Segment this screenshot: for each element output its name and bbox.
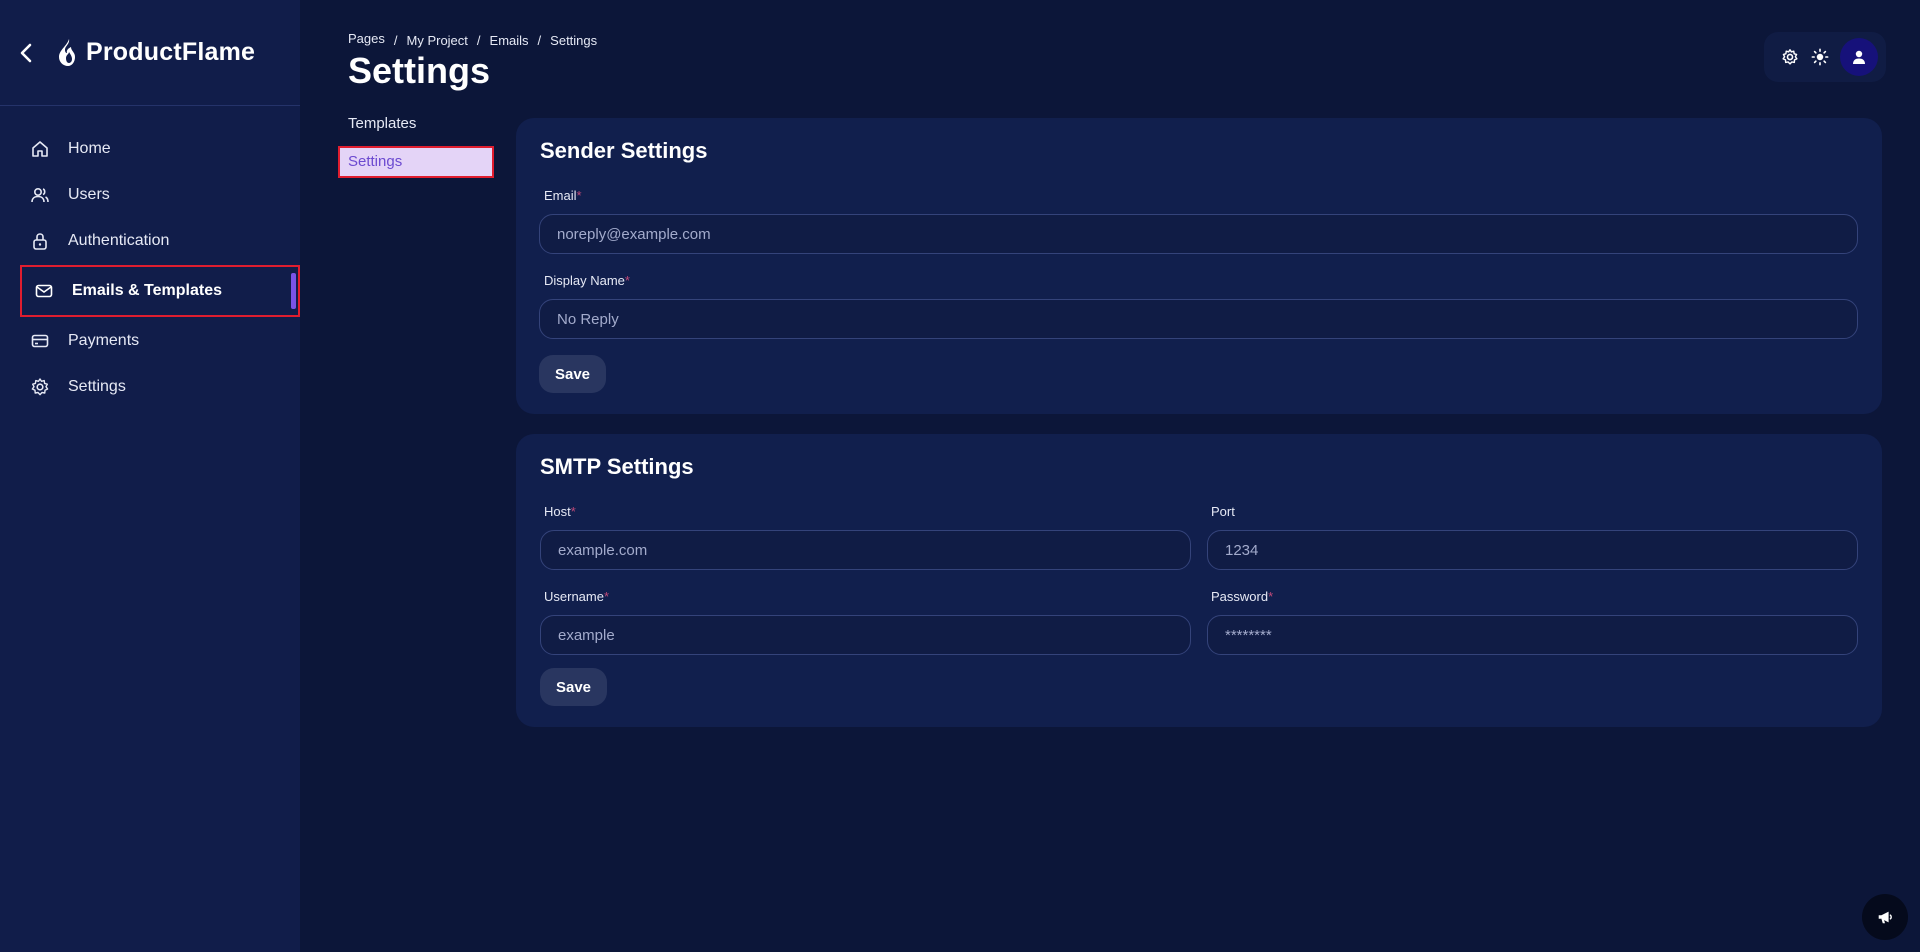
display-name-input[interactable] — [539, 299, 1858, 339]
sidebar-item-label: Settings — [68, 378, 126, 395]
lock-icon — [30, 231, 50, 251]
password-label: Password* — [1211, 589, 1273, 604]
display-name-label: Display Name* — [544, 273, 630, 288]
display-name-label-text: Display Name — [544, 273, 625, 288]
settings-gear-icon[interactable] — [1780, 47, 1800, 67]
active-indicator — [291, 273, 296, 309]
brand[interactable]: ProductFlame — [56, 38, 255, 68]
breadcrumb-separator: / — [476, 33, 481, 48]
sidebar-item-emails-templates[interactable]: Emails & Templates — [20, 265, 300, 317]
card-title: SMTP Settings — [540, 454, 694, 479]
port-input[interactable] — [1207, 530, 1858, 570]
breadcrumb-item[interactable]: Pages — [348, 31, 385, 46]
subnav-item-settings[interactable]: Settings — [338, 146, 494, 178]
required-mark: * — [570, 504, 576, 519]
username-input[interactable] — [540, 615, 1191, 655]
announcement-button[interactable] — [1862, 894, 1908, 940]
host-label-text: Host — [544, 504, 571, 519]
password-input[interactable] — [1207, 615, 1858, 655]
gear-icon — [30, 377, 50, 397]
chevron-left-icon — [20, 43, 32, 62]
required-mark: * — [576, 188, 582, 203]
sidebar-item-label: Authentication — [68, 232, 170, 249]
back-button[interactable] — [14, 41, 38, 65]
mail-icon — [34, 281, 54, 301]
subnav-item-templates[interactable]: Templates — [338, 112, 494, 144]
email-label: Email* — [544, 188, 582, 203]
required-mark: * — [603, 589, 610, 604]
card-title: Sender Settings — [540, 138, 708, 163]
home-icon — [30, 139, 50, 159]
port-label: Port — [1211, 504, 1235, 519]
password-label-text: Password — [1211, 589, 1269, 604]
required-mark: * — [1268, 589, 1274, 604]
port-label-text: Port — [1211, 504, 1235, 519]
breadcrumb-item[interactable]: My Project — [407, 33, 468, 48]
sidebar-item-users[interactable]: Users — [20, 172, 300, 218]
breadcrumb-separator: / — [393, 33, 398, 48]
sun-icon[interactable] — [1810, 47, 1830, 67]
sidebar-item-authentication[interactable]: Authentication — [20, 218, 300, 264]
sender-settings-card: Sender Settings Email* Display Name* Sav… — [516, 118, 1882, 414]
subnav: Templates Settings — [338, 112, 494, 178]
breadcrumb-item[interactable]: Emails — [490, 33, 529, 48]
username-label: Username* — [544, 589, 609, 604]
breadcrumb-separator: / — [537, 33, 542, 48]
users-icon — [30, 185, 50, 205]
user-icon — [1853, 50, 1865, 64]
credit-card-icon — [30, 331, 50, 351]
save-smtp-button[interactable]: Save — [540, 668, 607, 706]
host-label: Host* — [544, 504, 576, 519]
username-label-text: Username — [544, 589, 604, 604]
sidebar-item-label: Payments — [68, 332, 140, 349]
email-input[interactable] — [539, 214, 1858, 254]
email-label-text: Email — [544, 188, 577, 203]
brand-name: ProductFlame — [86, 38, 256, 66]
breadcrumb-item-current: Settings — [550, 33, 598, 48]
breadcrumb: Pages / My Project / Emails / Settings — [348, 31, 598, 48]
sidebar-item-label: Users — [68, 186, 110, 203]
sidebar-item-label: Emails & Templates — [72, 282, 222, 299]
smtp-settings-card: SMTP Settings Host* Port Username* Passw… — [516, 434, 1882, 727]
sidebar: ProductFlame Home Users Authentication E… — [0, 0, 300, 952]
sidebar-nav: Home Users Authentication Emails & Templ… — [20, 126, 300, 410]
save-sender-button[interactable]: Save — [539, 355, 606, 393]
page-title: Settings — [348, 50, 491, 91]
required-mark: * — [624, 273, 630, 288]
sidebar-item-settings[interactable]: Settings — [20, 364, 300, 410]
flame-logo-icon — [59, 38, 75, 66]
megaphone-icon — [1878, 911, 1892, 924]
sidebar-item-label: Home — [68, 140, 111, 157]
avatar[interactable] — [1840, 38, 1878, 76]
sidebar-item-payments[interactable]: Payments — [20, 318, 300, 364]
sidebar-item-home[interactable]: Home — [20, 126, 300, 172]
top-actions — [1764, 32, 1886, 82]
host-input[interactable] — [540, 530, 1191, 570]
sidebar-header: ProductFlame — [0, 0, 300, 106]
